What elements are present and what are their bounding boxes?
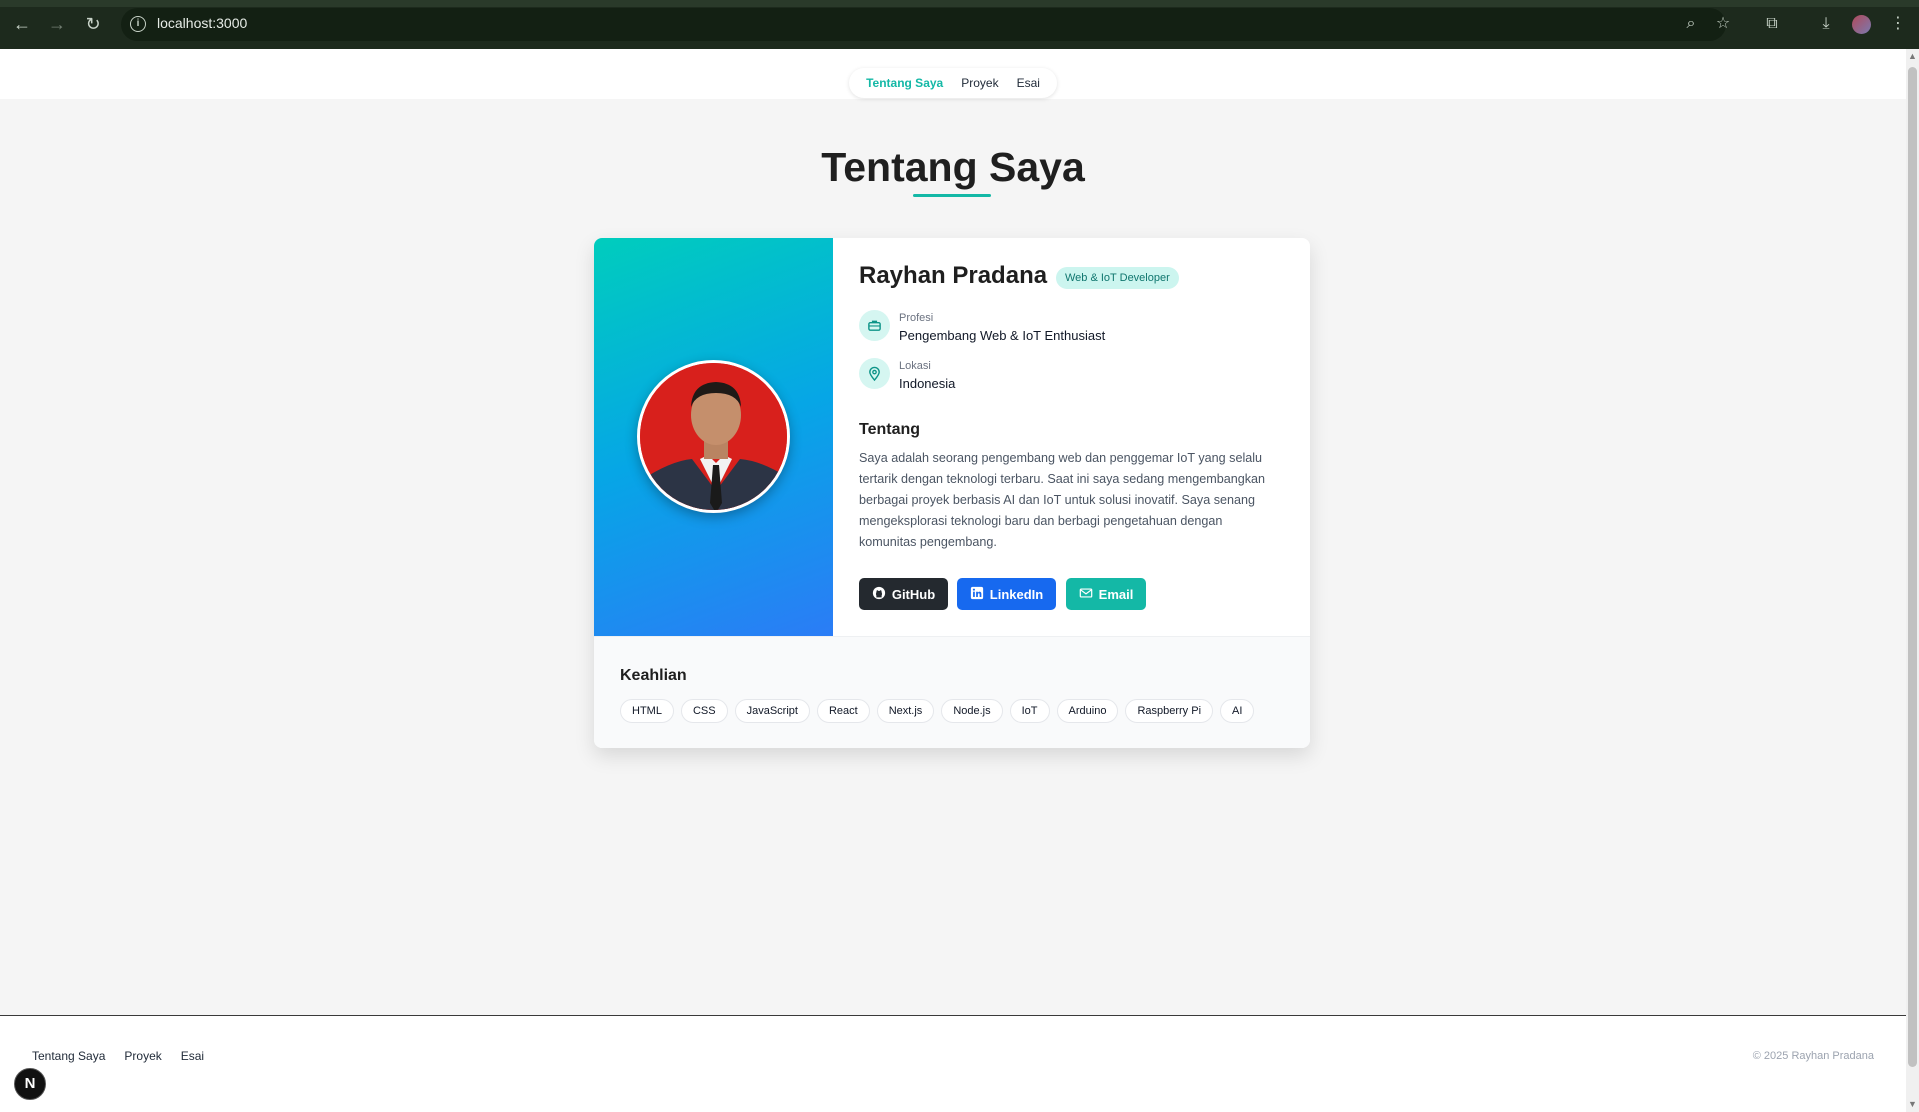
address-bar[interactable] [121,8,1726,41]
page-title: Tentang Saya [821,144,1085,190]
email-button[interactable]: Email [1066,578,1146,610]
skills-heading: Keahlian [620,667,687,684]
scroll-up-icon[interactable]: ▲ [1908,51,1917,61]
url-text[interactable]: localhost:3000 [157,15,247,31]
location-label: Lokasi [899,360,931,372]
github-icon [872,586,886,603]
scroll-down-icon[interactable]: ▼ [1908,1099,1917,1109]
github-button[interactable]: GitHub [859,578,948,610]
role-badge: Web & IoT Developer [1056,267,1179,289]
footer-link-proyek[interactable]: Proyek [124,1049,161,1063]
bookmark-star-icon[interactable]: ☆ [1713,14,1733,34]
about-text: Saya adalah seorang pengembang web dan p… [859,451,1266,549]
browser-toolbar: ← → ↻ i localhost:3000 ⌕ ☆ ⧉ ⤓ ⋮ [0,0,1919,49]
briefcase-icon [859,310,890,341]
profile-photo-panel [594,238,833,636]
title-underline [913,194,991,197]
skill-list: HTML CSS JavaScript React Next.js Node.j… [620,699,1255,723]
mail-icon [1079,586,1093,603]
profession-label: Profesi [899,312,934,324]
skill-tag: AI [1220,699,1255,723]
forward-icon[interactable]: → [47,14,67,34]
location-value: Indonesia [899,376,956,391]
about-heading: Tentang [859,421,921,438]
profile-details: Rayhan Pradana Web & IoT Developer Profe… [833,238,1310,636]
profile-name: Rayhan Pradana [859,262,1048,289]
linkedin-icon [970,586,984,603]
profile-card: Rayhan Pradana Web & IoT Developer Profe… [594,238,1310,748]
skill-tag: HTML [620,699,674,723]
skill-tag: React [816,699,870,723]
download-icon[interactable]: ⤓ [1816,14,1836,34]
skill-tag: Raspberry Pi [1125,699,1214,723]
email-label: Email [1098,586,1134,602]
linkedin-button[interactable]: LinkedIn [957,578,1056,610]
github-label: GitHub [891,586,936,602]
page-scrollbar[interactable]: ▲ ▼ [1906,49,1919,1112]
profile-photo [637,360,790,513]
footer-link-esai[interactable]: Esai [181,1049,204,1063]
skill-tag: Node.js [941,699,1003,723]
skill-tag: CSS [680,699,728,723]
footer-link-tentang-saya[interactable]: Tentang Saya [32,1049,105,1063]
footer-links: Tentang Saya Proyek Esai [32,1049,204,1063]
nav-item-tentang-saya[interactable]: Tentang Saya [866,76,943,90]
skill-tag: Arduino [1056,699,1119,723]
extensions-icon[interactable]: ⧉ [1762,14,1782,34]
skills-section: Keahlian HTML CSS JavaScript React Next.… [594,636,1310,748]
site-info-icon[interactable]: i [130,16,146,32]
linkedin-label: LinkedIn [989,586,1044,602]
tab-strip [0,0,1919,7]
profession-value: Pengembang Web & IoT Enthusiast [899,328,1106,343]
copyright: © 2025 Rayhan Pradana [1752,1050,1874,1062]
back-icon[interactable]: ← [12,14,32,34]
nav-item-esai[interactable]: Esai [1017,76,1040,90]
reload-icon[interactable]: ↻ [83,14,103,34]
skill-tag: IoT [1009,699,1050,723]
menu-kebab-icon[interactable]: ⋮ [1888,14,1908,34]
location-pin-icon [859,358,890,389]
nextjs-dev-badge[interactable]: N [14,1068,46,1100]
zoom-icon[interactable]: ⌕ [1681,14,1701,34]
scrollbar-thumb[interactable] [1908,67,1917,1067]
skill-tag: JavaScript [734,699,810,723]
footer: Tentang Saya Proyek Esai © 2025 Rayhan P… [0,1015,1906,1112]
skill-tag: Next.js [876,699,935,723]
nav-item-proyek[interactable]: Proyek [961,76,998,90]
top-navigation: Tentang Saya Proyek Esai [849,68,1057,98]
profile-avatar-icon[interactable] [1852,15,1871,34]
